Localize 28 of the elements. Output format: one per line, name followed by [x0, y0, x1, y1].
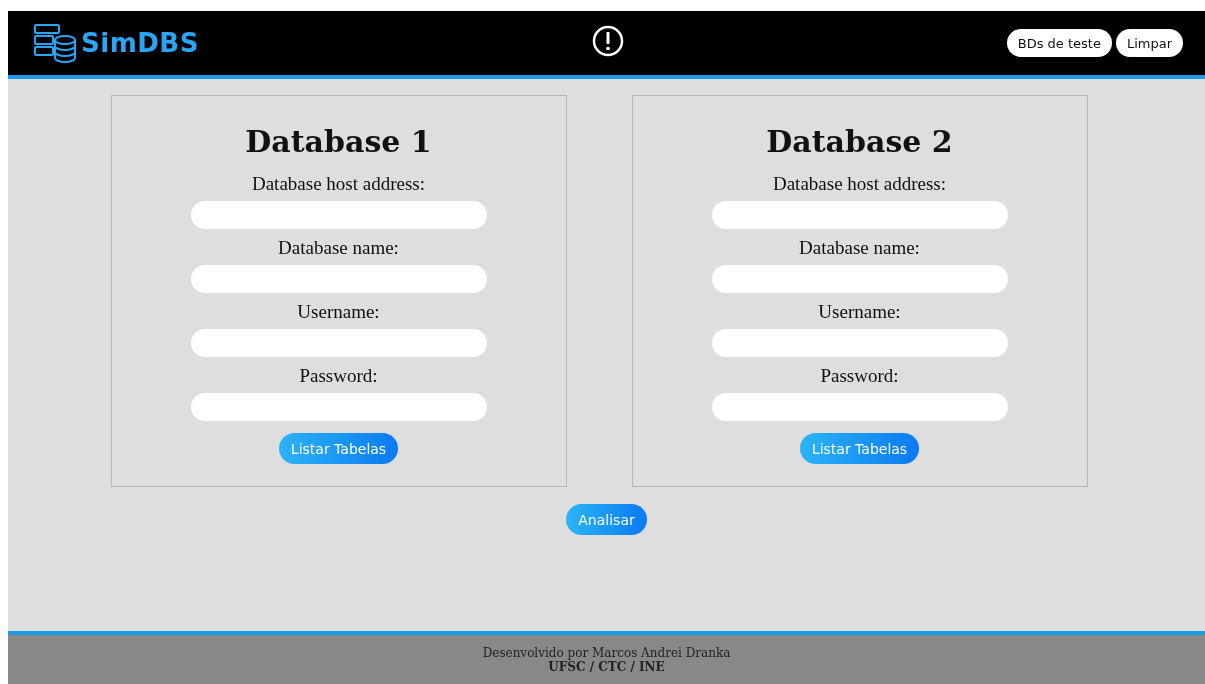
database-server-icon	[33, 23, 77, 63]
field-label: Database host address:	[251, 173, 426, 195]
input-field[interactable]	[190, 329, 487, 357]
alert-icon[interactable]	[592, 25, 624, 57]
input-field[interactable]	[190, 265, 487, 293]
header-button[interactable]: BDs de teste	[1006, 29, 1112, 57]
input-field[interactable]	[711, 329, 1008, 357]
input-field[interactable]	[190, 393, 487, 421]
field-label: Username:	[297, 301, 380, 323]
field-label: Password:	[820, 365, 899, 387]
header-button[interactable]: Limpar	[1115, 29, 1183, 57]
field-label: Database name:	[278, 237, 399, 259]
field-label: Database name:	[799, 237, 920, 259]
list-tables-button[interactable]: Listar Tabelas	[799, 433, 920, 464]
list-tables-button[interactable]: Listar Tabelas	[278, 433, 399, 464]
card-title: Database 1	[245, 124, 432, 159]
analyze-button[interactable]: Analisar	[566, 504, 647, 535]
field-label: Database host address:	[772, 173, 947, 195]
card-title: Database 2	[766, 124, 953, 159]
input-field[interactable]	[190, 201, 487, 229]
footer-institution: UFSC / CTC / INE	[548, 659, 665, 674]
input-field[interactable]	[711, 393, 1008, 421]
logo-text: SimDBS	[81, 28, 199, 58]
input-field[interactable]	[711, 201, 1008, 229]
field-label: Password:	[299, 365, 378, 387]
footer-credit: Desenvolvido por Marcos Andrei Dranka	[482, 645, 731, 660]
input-field[interactable]	[711, 265, 1008, 293]
field-label: Username:	[818, 301, 901, 323]
